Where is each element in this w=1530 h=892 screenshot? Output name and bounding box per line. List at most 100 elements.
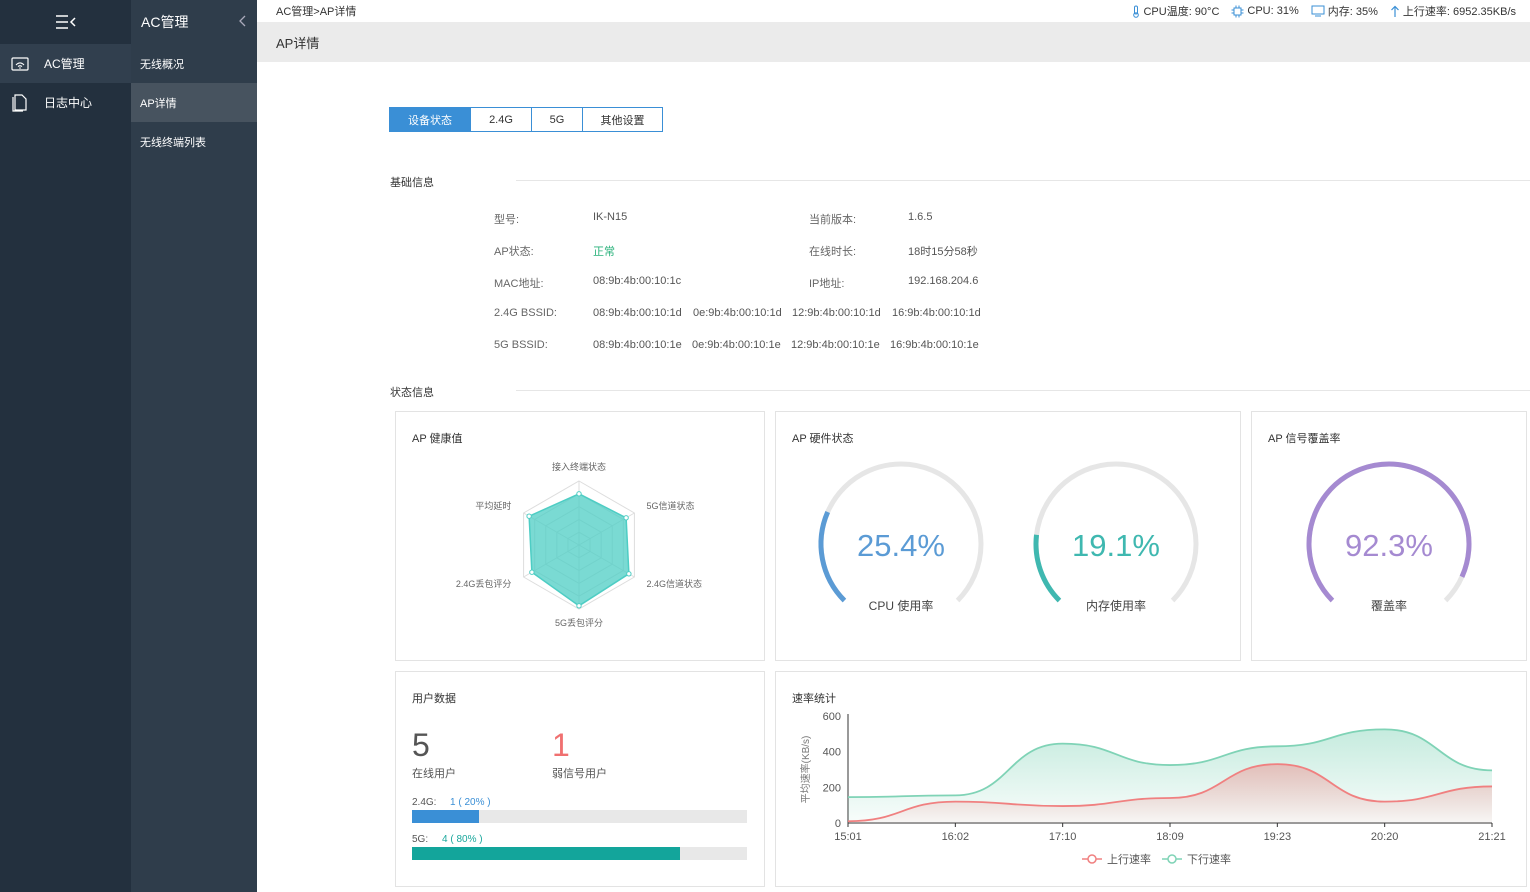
chip-icon (1231, 5, 1244, 17)
uptime-label: 在线时长: (809, 246, 857, 258)
basic-info-title: 基础信息 (390, 177, 434, 189)
sidebar-item-label: 日志中心 (44, 96, 93, 110)
bssid-5g-value: 12:9b:4b:00:10:1e (791, 339, 880, 351)
tab-device-status[interactable]: 设备状态 (390, 108, 471, 131)
radar-point (626, 571, 632, 577)
health-radar-chart: 接入终端状态 5G信道状态 2.4G信道状态 5G丢包评分 2.4G丢包评分 平均延时 (456, 461, 702, 628)
bssid-5g-value: 16:9b:4b:00:10:1e (890, 339, 979, 351)
x-tick-label: 17:10 (1049, 831, 1077, 843)
radar-axis-label: 5G丢包评分 (555, 617, 603, 628)
radar-point (623, 515, 629, 521)
x-tick-label: 15:01 (834, 831, 862, 843)
legend-label: 下行速率 (1187, 852, 1231, 866)
submenu-item-wireless-clients[interactable]: 无线终端列表 (131, 122, 257, 161)
rate-panel: 速率统计 0 200 400 600 15:01 16:02 17:10 18:09 19:23… (775, 671, 1527, 887)
band-5g-value: 4 ( 80% ) (442, 834, 483, 845)
rate-chart: 0 200 400 600 15:01 16:02 17:10 18:09 19:23 20:20… (799, 711, 1506, 866)
band-5g-label: 5G: (412, 834, 429, 845)
bssid-24g-value: 12:9b:4b:00:10:1d (792, 307, 881, 319)
x-tick-label: 16:02 (942, 831, 970, 843)
tab-5g[interactable]: 5G (532, 108, 583, 131)
top-bar: AC管理>AP详情 CPU温度: 90°C CPU: 31% 内存: 35% 上… (257, 0, 1530, 22)
coverage-title: AP 信号覆盖率 (1268, 433, 1341, 445)
tab-bar: 设备状态 2.4G 5G 其他设置 (389, 107, 663, 132)
weak-users-count: 1 (552, 727, 570, 763)
health-panel: AP 健康值 接入终端状态 5G信道状态 2.4G信道状态 5G丢包评分 2.4G丢包评… (395, 411, 765, 661)
tab-label: 2.4G (489, 113, 513, 126)
tab-other-settings[interactable]: 其他设置 (583, 108, 662, 131)
x-tick-label: 21:21 (1478, 831, 1506, 843)
section-divider (516, 180, 1530, 181)
breadcrumb: AC管理>AP详情 (276, 6, 357, 18)
memory-gauge-value-text: 19.1% (1072, 528, 1160, 563)
x-tick-label: 20:20 (1371, 831, 1399, 843)
submenu-title: AC管理 (141, 14, 189, 30)
y-axis-label: 平均速率(KB/s) (799, 736, 812, 804)
cpu-gauge: 25.4% CPU 使用率 (818, 461, 984, 613)
menu-collapse-icon (55, 15, 76, 29)
ip-label: IP地址: (809, 278, 845, 290)
submenu-item-label: 无线终端列表 (140, 136, 206, 149)
cpu-stat: CPU: 31% (1231, 5, 1299, 18)
radar-axis-label: 平均延时 (475, 500, 511, 511)
model-label: 型号: (494, 214, 520, 226)
hardware-title: AP 硬件状态 (792, 433, 854, 445)
bssid-5g-value: 08:9b:4b:00:10:1e (593, 339, 682, 351)
page-title: AP详情 (276, 35, 320, 51)
ap-status-value: 正常 (593, 246, 615, 258)
bssid-5g-value: 0e:9b:4b:00:10:1e (692, 339, 781, 351)
page-header: AP详情 (257, 22, 1530, 62)
weak-users-label: 弱信号用户 (552, 768, 607, 780)
cpu-gauge-value-arc (818, 510, 847, 603)
main-sidebar: AC管理 日志中心 (0, 0, 131, 892)
cpu-temp-text: CPU温度: 90°C (1143, 6, 1220, 18)
tab-label: 其他设置 (600, 114, 645, 127)
cpu-gauge-label: CPU 使用率 (869, 598, 934, 613)
sidebar-item-ac-management[interactable]: AC管理 (0, 44, 131, 83)
submenu-item-label: 无线概况 (140, 58, 184, 71)
menu-collapse-button[interactable] (0, 0, 131, 44)
tab-2-4g[interactable]: 2.4G (471, 108, 532, 131)
sidebar-item-log-center[interactable]: 日志中心 (0, 83, 131, 122)
ap-status-label: AP状态: (494, 246, 534, 258)
radar-point (529, 569, 535, 575)
monitor-icon (1311, 5, 1325, 17)
coverage-gauge-value-text: 92.3% (1345, 528, 1433, 563)
collapse-submenu-button[interactable] (239, 14, 247, 30)
submenu-item-label: AP详情 (140, 97, 177, 110)
bssid-24g-value: 0e:9b:4b:00:10:1d (693, 307, 782, 319)
arrow-up-icon (1390, 5, 1399, 17)
bssid-24g-value: 16:9b:4b:00:10:1d (892, 307, 981, 319)
memory-gauge-label: 内存使用率 (1086, 598, 1146, 613)
coverage-gauge: 92.3% 覆盖率 (1306, 461, 1472, 613)
memory-gauge: 19.1% 内存使用率 (1033, 461, 1199, 613)
radar-point (526, 513, 532, 519)
submenu-item-wireless-overview[interactable]: 无线概况 (131, 44, 257, 83)
tab-label: 设备状态 (408, 114, 452, 127)
radar-axis-label: 5G信道状态 (647, 500, 695, 511)
radar-axis-label: 2.4G丢包评分 (456, 578, 512, 589)
coverage-panel: AP 信号覆盖率 92.3% 覆盖率 (1251, 411, 1527, 661)
coverage-gauge-label: 覆盖率 (1371, 598, 1407, 613)
cpu-gauge-value-text: 25.4% (857, 528, 945, 563)
band-24g-label: 2.4G: (412, 797, 437, 808)
online-users-label: 在线用户 (412, 768, 456, 780)
ip-value: 192.168.204.6 (908, 275, 979, 287)
users-title: 用户数据 (412, 693, 456, 705)
users-panel: 用户数据 5 在线用户 1 弱信号用户 2.4G: 1 ( 20% ) 5G: … (395, 671, 765, 887)
y-tick-label: 200 (823, 782, 841, 794)
bssid-24g-value: 08:9b:4b:00:10:1d (593, 307, 682, 319)
band-24g-progress-fill (412, 810, 479, 823)
online-users-count: 5 (412, 727, 430, 763)
hardware-panel: AP 硬件状态 25.4% CPU 使用率 19.1% 内存使用率 (775, 411, 1241, 661)
document-icon (10, 93, 30, 112)
legend-marker (1087, 854, 1097, 864)
submenu-item-ap-detail[interactable]: AP详情 (131, 83, 257, 122)
wifi-router-icon (10, 56, 30, 72)
thermometer-icon (1133, 5, 1140, 18)
x-tick-label: 18:09 (1156, 831, 1184, 843)
band-24g-value: 1 ( 20% ) (450, 797, 491, 808)
y-tick-label: 0 (835, 818, 841, 830)
tab-label: 5G (549, 113, 565, 126)
radar-point (576, 603, 582, 609)
